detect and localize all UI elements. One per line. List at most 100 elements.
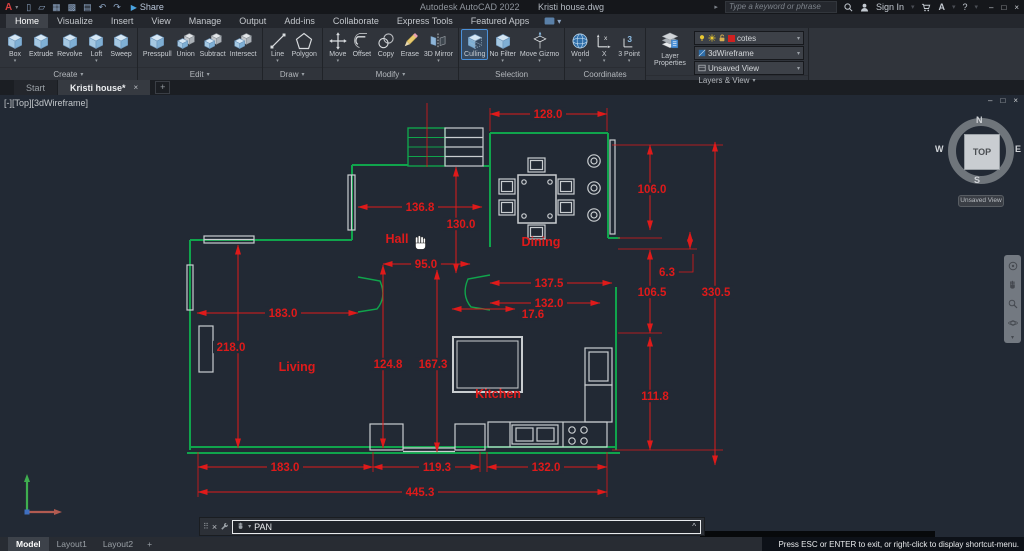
dimension-label[interactable]: 167.3 <box>419 359 448 371</box>
ribbon-tab-manage[interactable]: Manage <box>180 14 231 28</box>
flyout-arrow-icon[interactable]: ▾ <box>14 59 17 63</box>
logo-dropdown-icon[interactable]: ▾ <box>15 4 18 11</box>
dimension-label[interactable]: 445.3 <box>406 487 435 499</box>
new-tab-button[interactable]: + <box>155 81 170 94</box>
tool-erase[interactable]: Erase <box>398 30 422 59</box>
ucs-icon[interactable] <box>24 474 62 515</box>
panel-label-modify[interactable]: Modify▾ <box>323 67 458 80</box>
search-caret-icon[interactable]: ▸ <box>714 3 718 11</box>
chevron-down-icon[interactable]: ▾ <box>797 35 800 42</box>
close-command-line-icon[interactable]: × <box>212 522 217 532</box>
layer-lock-icon[interactable] <box>718 34 726 42</box>
file-tab-start[interactable]: Start <box>14 80 57 95</box>
user-icon[interactable] <box>860 3 869 12</box>
dimension-label[interactable]: 119.3 <box>423 462 451 474</box>
tool-world[interactable]: World▾ <box>568 30 592 63</box>
view-select[interactable]: Unsaved View ▾ <box>694 61 804 75</box>
layer-properties-button[interactable]: Layer Properties <box>650 30 690 75</box>
tool-subtract[interactable]: Subtract <box>198 30 228 59</box>
ribbon-tab-express-tools[interactable]: Express Tools <box>388 14 462 28</box>
viewcube-south[interactable]: S <box>974 175 980 185</box>
drawing-viewport[interactable]: [-][Top][3dWireframe] – □ × <box>0 95 1024 551</box>
qat-undo-icon[interactable]: ↶ <box>99 2 107 13</box>
ribbon-tab-collaborate[interactable]: Collaborate <box>324 14 388 28</box>
flyout-arrow-icon[interactable]: ▾ <box>95 59 98 63</box>
viewcube-view-pill[interactable]: Unsaved View <box>958 195 1004 207</box>
qat-save-icon[interactable]: ▦ <box>52 2 61 13</box>
viewport-restore-icon[interactable]: □ <box>1000 96 1005 105</box>
tool-x[interactable]: xX▾ <box>592 30 616 63</box>
tool-offset[interactable]: Offset <box>350 30 374 59</box>
tool-3-point[interactable]: 33 Point▾ <box>616 30 642 63</box>
qat-save-as-icon[interactable]: ▩ <box>68 2 77 13</box>
flyout-arrow-icon[interactable]: ▾ <box>579 59 582 63</box>
dimension-label[interactable]: 111.8 <box>641 391 669 403</box>
tool-box[interactable]: Box▾ <box>3 30 27 63</box>
qat-open-file-icon[interactable]: ▱ <box>38 2 45 13</box>
tool-union[interactable]: Union <box>174 30 198 59</box>
dimension-label[interactable]: 124.8 <box>374 359 403 371</box>
workspace-icon[interactable]: ▾ <box>538 14 567 28</box>
layout-tab-layout1[interactable]: Layout1 <box>49 537 95 551</box>
qat-plot-icon[interactable]: ▤ <box>83 2 92 13</box>
command-input[interactable]: ▾ PAN ^ <box>232 520 701 534</box>
tool-3d-mirror[interactable]: 3D Mirror▾ <box>422 30 455 63</box>
room-label-living[interactable]: Living <box>279 360 316 374</box>
pan-tool-icon[interactable] <box>1008 277 1018 295</box>
ribbon-tab-visualize[interactable]: Visualize <box>48 14 102 28</box>
recent-commands-icon[interactable]: ▾ <box>248 523 251 530</box>
viewport-close-icon[interactable]: × <box>1013 96 1018 105</box>
command-line-dock[interactable]: ⠿ × ▾ PAN ^ <box>200 518 704 535</box>
minimize-button[interactable]: – <box>989 3 993 12</box>
layout-tab-layout2[interactable]: Layout2 <box>95 537 141 551</box>
layer-on-bulb-icon[interactable] <box>698 34 706 42</box>
help-icon[interactable]: ? <box>963 2 968 12</box>
dimension-label[interactable]: 130.0 <box>447 219 476 231</box>
viewport-minimize-icon[interactable]: – <box>988 96 992 105</box>
tool-line[interactable]: Line▾ <box>266 30 290 63</box>
ribbon-tab-output[interactable]: Output <box>230 14 275 28</box>
panel-label-selection[interactable]: Selection <box>459 67 564 80</box>
flyout-arrow-icon[interactable]: ▾ <box>437 59 440 63</box>
layer-color-swatch[interactable] <box>728 35 735 42</box>
customize-wrench-icon[interactable] <box>220 518 229 536</box>
tool-sweep[interactable]: Sweep <box>108 30 133 59</box>
flyout-arrow-icon[interactable]: ▾ <box>603 59 606 63</box>
tool-revolve[interactable]: Revolve <box>55 30 84 59</box>
floor-plan-canvas[interactable]: 128.0136.895.0137.5132.017.6183.0183.011… <box>0 95 1024 551</box>
dimension-label[interactable]: 106.5 <box>638 287 667 299</box>
sign-in-button[interactable]: Sign In <box>876 2 904 12</box>
ribbon-tab-home[interactable]: Home <box>6 14 48 28</box>
navbar-more-icon[interactable]: ▾ <box>1011 334 1014 341</box>
restore-button[interactable]: □ <box>1001 3 1006 12</box>
dimension-label[interactable]: 6.3 <box>659 267 675 279</box>
tool-presspull[interactable]: Presspull <box>141 30 174 59</box>
dimension-label[interactable]: 183.0 <box>271 462 300 474</box>
layer-select[interactable]: cotes ▾ <box>694 31 804 45</box>
tool-copy[interactable]: Copy <box>374 30 398 59</box>
tool-polygon[interactable]: Polygon <box>290 30 319 59</box>
cart-icon[interactable] <box>921 3 931 12</box>
navigation-bar[interactable]: ▾ <box>1004 255 1021 343</box>
viewcube[interactable]: TOP N S W E Unsaved View <box>930 111 1024 211</box>
panel-label-coordinates[interactable]: Coordinates <box>565 67 645 80</box>
dimension-label[interactable]: 136.8 <box>406 202 435 214</box>
viewcube-east[interactable]: E <box>1015 144 1021 154</box>
flyout-arrow-icon[interactable]: ▾ <box>538 59 541 63</box>
dimension-label[interactable]: 128.0 <box>534 109 563 121</box>
navigation-wheel-icon[interactable] <box>1008 258 1018 276</box>
search-input[interactable]: Type a keyword or phrase <box>725 1 837 13</box>
chevron-down-icon[interactable]: ▾ <box>797 65 800 72</box>
dimension-label[interactable]: 17.6 <box>522 309 544 321</box>
search-icon[interactable] <box>844 3 853 12</box>
tool-loft[interactable]: Loft▾ <box>84 30 108 63</box>
dimension-label[interactable]: 330.5 <box>702 287 731 299</box>
room-label-kitchen[interactable]: Kitchen <box>475 387 521 401</box>
room-label-hall[interactable]: Hall <box>386 232 409 246</box>
layer-freeze-sun-icon[interactable] <box>708 34 716 42</box>
new-layout-button[interactable]: + <box>141 537 158 551</box>
dimension-label[interactable]: 106.0 <box>638 184 667 196</box>
chevron-down-icon[interactable]: ▾ <box>797 50 800 57</box>
tool-no-filter[interactable]: No Filter▾ <box>487 30 517 63</box>
command-history-icon[interactable]: ^ <box>692 522 696 531</box>
